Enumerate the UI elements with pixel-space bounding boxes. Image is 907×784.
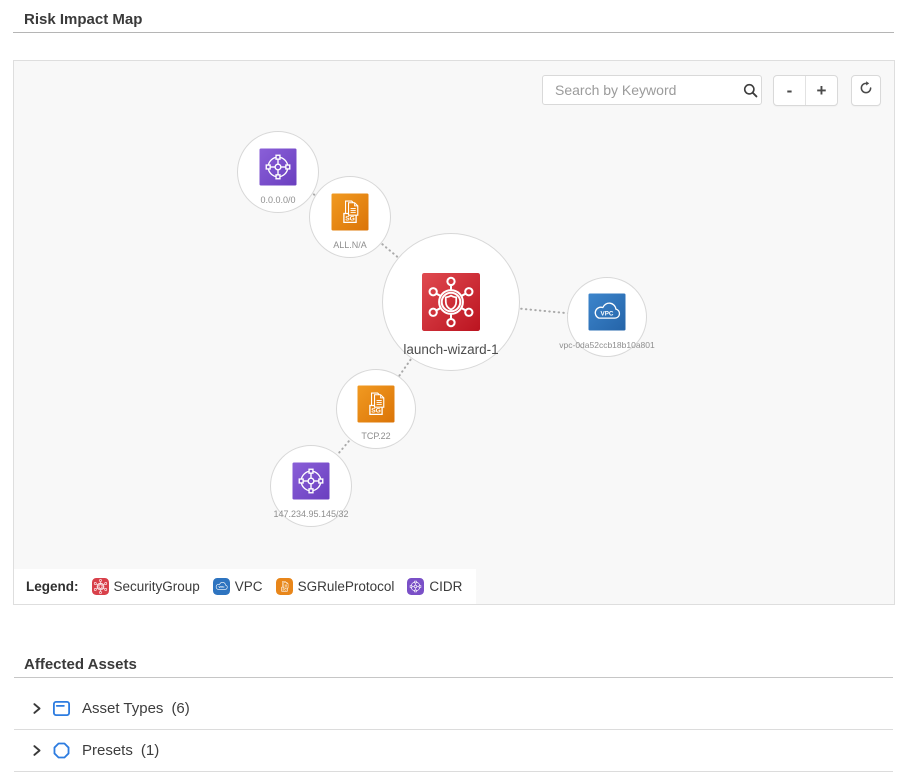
node-securitygroup-launch-wizard-1[interactable]: launch-wizard-1 (382, 233, 520, 371)
affected-assets-divider (14, 677, 893, 678)
zoom-in-button[interactable]: + (806, 76, 837, 105)
node-label: TCP.22 (361, 431, 390, 441)
legend-item-vpc: VPC (213, 578, 263, 595)
risk-impact-map-page: Risk Impact Map - (0, 0, 907, 784)
risk-map-canvas[interactable]: - + 0.0.0.0/0 ALL.N/A (13, 60, 895, 605)
presets-icon (52, 741, 71, 760)
legend-item-sgruleprotocol: SGRuleProtocol (276, 578, 395, 595)
row-count: (1) (141, 742, 159, 759)
presets-row[interactable]: Presets (1) (14, 730, 893, 772)
search-box (542, 75, 762, 105)
title-divider (13, 32, 894, 33)
affected-assets-list: Asset Types (6) Presets (1) (14, 688, 893, 772)
page-title: Risk Impact Map (24, 11, 142, 28)
sgrule-protocol-icon (358, 386, 395, 423)
legend-title: Legend: (26, 579, 79, 594)
legend-item-securitygroup: SecurityGroup (92, 578, 200, 595)
node-sgrule-tcp-22[interactable]: TCP.22 (336, 369, 416, 449)
node-label: 147.234.95.145/32 (273, 509, 348, 519)
vpc-icon (213, 578, 230, 595)
node-vpc[interactable]: vpc-0da52ccb18b10a801 (567, 277, 647, 357)
asset-types-icon (52, 699, 71, 718)
search-input[interactable] (543, 82, 742, 98)
node-label: ALL.N/A (333, 240, 367, 250)
node-cidr-147-234-95-145-32[interactable]: 147.234.95.145/32 (270, 445, 352, 527)
node-label: 0.0.0.0/0 (260, 195, 295, 205)
cidr-icon (260, 149, 297, 186)
zoom-out-button[interactable]: - (774, 76, 806, 105)
refresh-button[interactable] (851, 75, 881, 106)
cidr-icon (293, 463, 330, 500)
row-label: Asset Types (82, 700, 163, 717)
cidr-icon (407, 578, 424, 595)
chevron-right-icon[interactable] (30, 702, 43, 715)
sgrule-protocol-icon (276, 578, 293, 595)
node-sgrule-all[interactable]: ALL.N/A (309, 176, 391, 258)
row-count: (6) (171, 700, 189, 717)
node-cidr-any[interactable]: 0.0.0.0/0 (237, 131, 319, 213)
security-group-icon (422, 273, 480, 331)
sgrule-protocol-icon (332, 194, 369, 231)
legend-item-cidr: CIDR (407, 578, 462, 595)
zoom-controls: - + (773, 75, 838, 106)
node-label: launch-wizard-1 (403, 342, 498, 357)
row-label: Presets (82, 742, 133, 759)
security-group-icon (92, 578, 109, 595)
vpc-icon (589, 294, 626, 331)
chevron-right-icon[interactable] (30, 744, 43, 757)
affected-assets-title: Affected Assets (24, 656, 137, 673)
refresh-icon (858, 80, 874, 101)
node-label: vpc-0da52ccb18b10a801 (559, 340, 654, 350)
search-icon[interactable] (742, 82, 768, 99)
asset-types-row[interactable]: Asset Types (6) (14, 688, 893, 730)
legend: Legend: SecurityGroup VPC SGRuleProtocol (14, 569, 476, 604)
